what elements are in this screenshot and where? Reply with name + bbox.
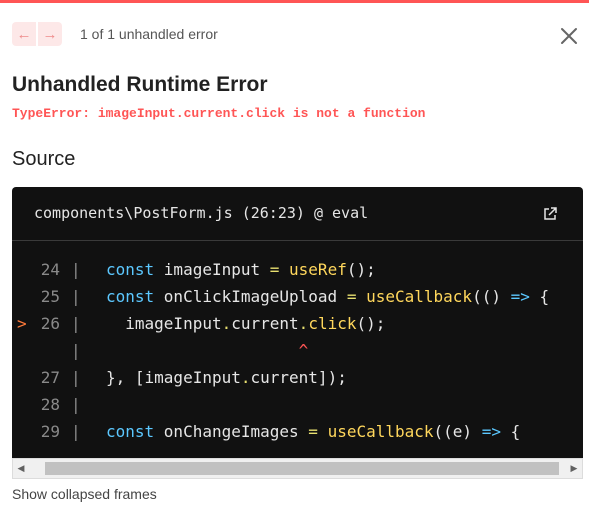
- code-text: const imageInput = useRef();: [106, 256, 376, 283]
- code-token: useRef: [289, 260, 347, 279]
- gutter-separator: |: [71, 368, 81, 387]
- code-line: 24 | const imageInput = useRef();: [12, 256, 583, 283]
- code-text: const onChangeImages = useCallback((e) =…: [106, 418, 520, 445]
- code-token: .: [298, 314, 309, 333]
- code-token: const: [106, 260, 164, 279]
- code-lines: 24 | const imageInput = useRef(); 25 | const …: [12, 256, 583, 445]
- error-accent-bar: [0, 0, 589, 3]
- code-token: ((e): [433, 422, 482, 441]
- code-token: .: [221, 314, 232, 333]
- line-number: 24: [40, 260, 60, 279]
- code-token: onClickImageUpload: [163, 287, 347, 306]
- show-collapsed-frames-button[interactable]: Show collapsed frames: [12, 486, 157, 502]
- line-number: 27: [40, 368, 60, 387]
- code-line: 25 | const onClickImageUpload = useCallbac…: [12, 283, 583, 310]
- code-token: .: [240, 368, 251, 387]
- code-token: =: [308, 422, 328, 441]
- code-token: const: [106, 287, 164, 306]
- code-token: imageInput: [106, 314, 222, 333]
- external-link-icon[interactable]: [542, 206, 558, 222]
- scroll-left-arrow-icon[interactable]: ◀: [13, 459, 29, 478]
- horizontal-scrollbar[interactable]: ◀ ▶: [12, 458, 583, 479]
- code-token: onChangeImages: [163, 422, 309, 441]
- code-token: current: [231, 314, 299, 333]
- code-token: useCallback: [366, 287, 473, 306]
- scrollbar-thumb[interactable]: [45, 462, 559, 475]
- code-frame: components\PostForm.js (26:23) @ eval 24…: [12, 187, 583, 479]
- code-token: const: [106, 422, 164, 441]
- error-message: TypeError: imageInput.current.click is n…: [12, 106, 426, 121]
- error-caret: ^: [298, 341, 309, 360]
- line-number: 26: [40, 314, 60, 333]
- code-token: ();: [356, 314, 386, 333]
- error-pagination: ← → 1 of 1 unhandled error: [12, 22, 218, 46]
- code-text: const onClickImageUpload = useCallback((…: [106, 283, 549, 310]
- gutter-separator: |: [71, 422, 81, 441]
- code-token: =>: [510, 287, 540, 306]
- code-token: {: [510, 422, 521, 441]
- source-heading: Source: [12, 148, 76, 170]
- code-line: >26 | imageInput.current.click();: [12, 310, 583, 337]
- arrow-left-icon[interactable]: ←: [12, 22, 36, 46]
- close-icon[interactable]: [557, 24, 581, 48]
- error-title: Unhandled Runtime Error: [12, 73, 268, 96]
- gutter-separator: |: [71, 287, 81, 306]
- gutter-separator: |: [71, 260, 81, 279]
- code-token: useCallback: [327, 422, 434, 441]
- file-location[interactable]: components\PostForm.js (26:23) @ eval: [34, 204, 368, 222]
- code-token: current]);: [250, 368, 347, 387]
- code-line: 27 | }, [imageInput.current]);: [12, 364, 583, 391]
- code-token: }, [imageInput: [106, 368, 241, 387]
- line-number: 29: [40, 422, 60, 441]
- gutter-separator: |: [71, 314, 81, 333]
- arrow-right-icon[interactable]: →: [38, 22, 62, 46]
- line-number: 28: [40, 395, 60, 414]
- code-text: }, [imageInput.current]);: [106, 364, 347, 391]
- scroll-right-arrow-icon[interactable]: ▶: [566, 459, 582, 478]
- gutter-separator: |: [71, 395, 81, 414]
- code-text: ^: [106, 337, 309, 364]
- code-token: {: [539, 287, 550, 306]
- code-token: =>: [481, 422, 511, 441]
- error-count: 1 of 1 unhandled error: [80, 26, 218, 42]
- code-line: 29 | const onChangeImages = useCallback((e…: [12, 418, 583, 445]
- code-token: click: [308, 314, 357, 333]
- code-token: =: [269, 260, 290, 279]
- code-line: 28 |: [12, 391, 583, 418]
- code-line: | ^: [12, 337, 583, 364]
- line-number: 25: [40, 287, 60, 306]
- gutter-separator: |: [71, 341, 81, 360]
- code-text: imageInput.current.click();: [106, 310, 385, 337]
- error-line-marker: >: [17, 314, 27, 333]
- code-token: imageInput: [163, 260, 270, 279]
- code-token: ((): [472, 287, 511, 306]
- code-token: =: [346, 287, 367, 306]
- file-header: components\PostForm.js (26:23) @ eval: [12, 187, 583, 241]
- code-token: ();: [346, 260, 376, 279]
